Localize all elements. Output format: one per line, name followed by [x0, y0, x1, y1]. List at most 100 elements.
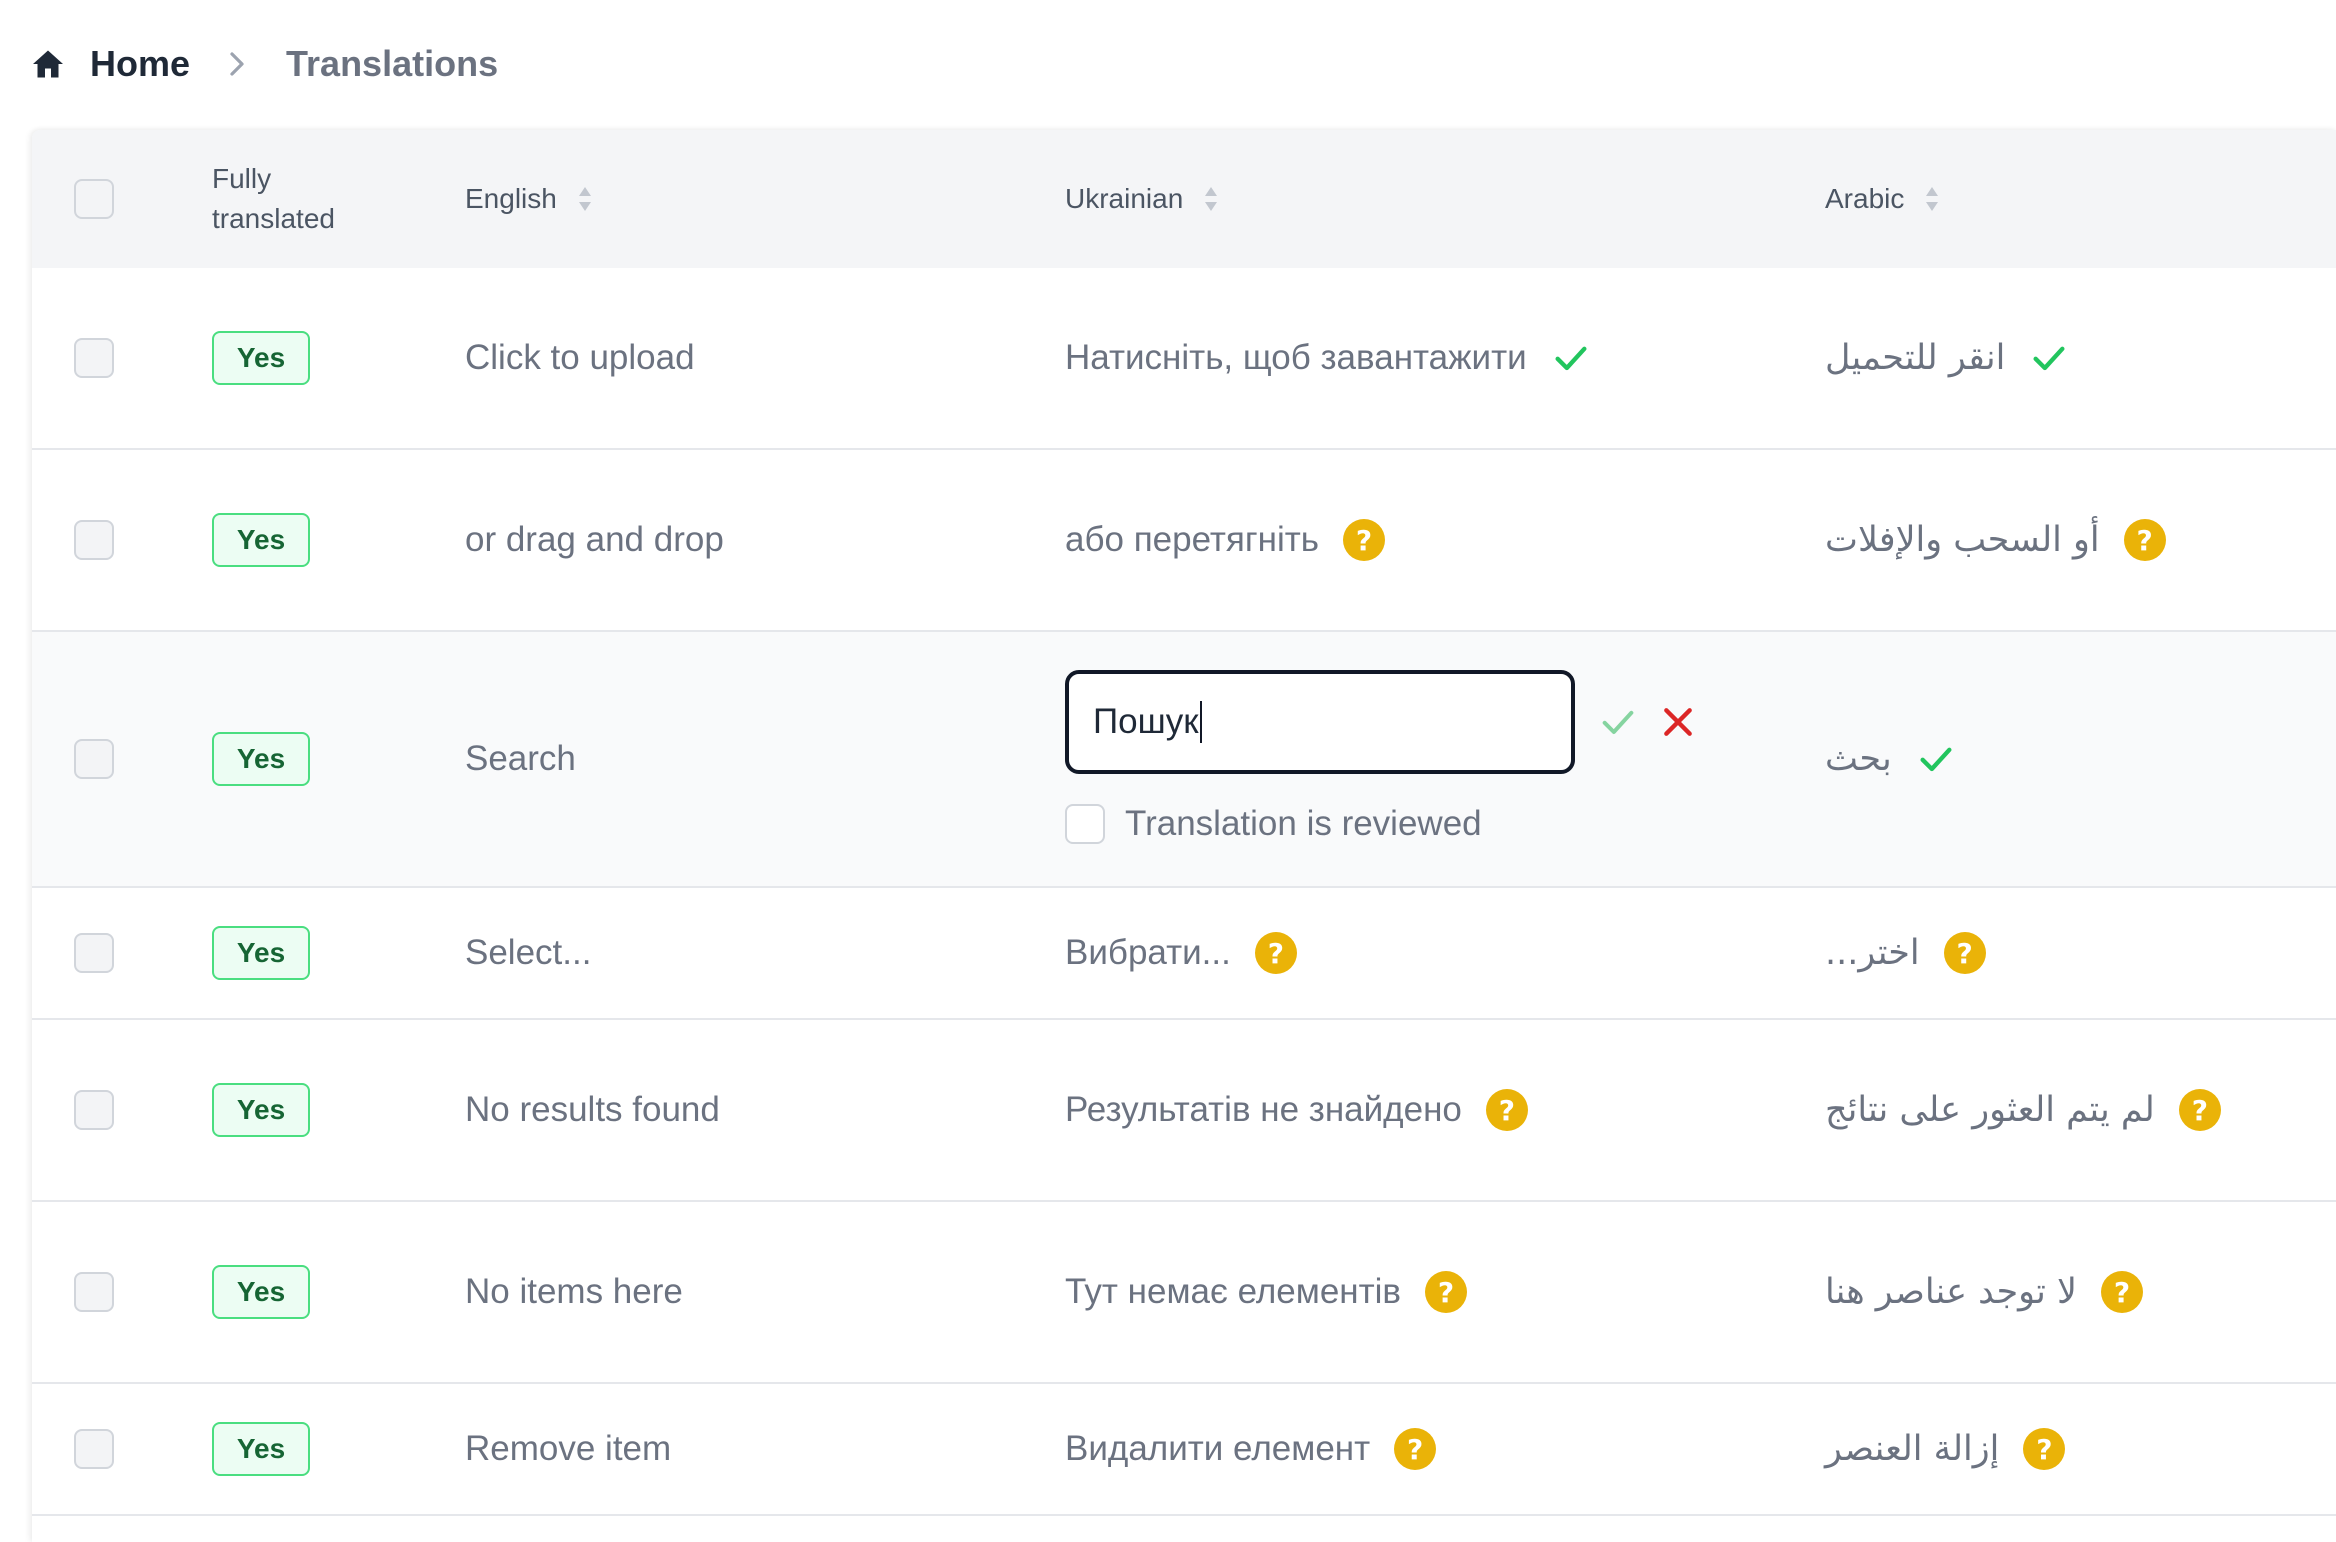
arabic-cell[interactable]: إزالة العنصر ? [1825, 1384, 2066, 1514]
fully-translated-badge: Yes [212, 1083, 310, 1137]
row-checkbox[interactable] [74, 1272, 114, 1312]
translations-table: Fully translated English Ukrainian Arabi… [32, 130, 2336, 1542]
table-row[interactable]: Yes Select... Вибрати... ? اختر... ? [32, 888, 2336, 1020]
check-icon [1551, 338, 1591, 378]
question-circle-icon: ? [2123, 519, 2166, 561]
breadcrumb-current: Translations [286, 43, 499, 84]
ukrainian-text: Тут немає елементів [1065, 1272, 1402, 1311]
row-checkbox[interactable] [74, 933, 114, 973]
table-row[interactable]: Yes No items here Тут немає елементів ? … [32, 1202, 2336, 1384]
fully-translated-badge: Yes [212, 331, 310, 385]
text-caret [1199, 701, 1202, 743]
ukrainian-cell[interactable]: Результатів не знайдено ? [1065, 1020, 1528, 1200]
ukrainian-cell[interactable]: Натисніть, щоб завантажити [1065, 268, 1591, 448]
home-icon[interactable] [30, 46, 66, 82]
table-row[interactable]: Yes Click to upload Натисніть, щоб заван… [32, 268, 2336, 450]
breadcrumb: Home Translations [30, 36, 498, 92]
ukrainian-cell[interactable]: або перетягніть ? [1065, 450, 1386, 630]
english-cell: Click to upload [465, 268, 695, 448]
table-header: Fully translated English Ukrainian Arabi… [32, 130, 2336, 268]
column-ukrainian-label: Ukrainian [1065, 183, 1184, 214]
english-cell: or drag and drop [465, 450, 724, 630]
question-circle-icon: ? [1254, 932, 1297, 974]
check-icon [1602, 710, 1634, 734]
row-checkbox[interactable] [74, 520, 114, 560]
save-edit-button[interactable] [1598, 702, 1638, 742]
column-english-label: English [465, 183, 557, 214]
translation-reviewed-label[interactable]: Translation is reviewed [1125, 804, 1482, 844]
question-circle-icon: ? [1943, 932, 1986, 974]
ukrainian-text: Видалити елемент [1065, 1429, 1371, 1468]
column-fully-translated-line2: translated [212, 203, 335, 234]
question-circle-icon: ? [2023, 1428, 2066, 1470]
ukrainian-cell[interactable]: Вибрати... ? [1065, 888, 1297, 1018]
english-cell: No items here [465, 1202, 683, 1382]
translation-reviewed-option[interactable]: Translation is reviewed [1065, 800, 1482, 848]
english-text: or drag and drop [465, 520, 724, 559]
cancel-edit-button[interactable] [1658, 702, 1698, 742]
arabic-cell[interactable]: لا توجد عناصر هنا ? [1825, 1202, 2143, 1382]
arabic-text: اختر... [1825, 933, 1920, 973]
arabic-text: إزالة العنصر [1825, 1429, 2000, 1469]
fully-translated-badge: Yes [212, 513, 310, 567]
translation-edit-input[interactable]: Пошук [1065, 670, 1575, 774]
english-text: No items here [465, 1272, 683, 1311]
column-fully-translated: Fully translated [212, 130, 335, 268]
row-checkbox[interactable] [74, 1090, 114, 1130]
ukrainian-cell[interactable]: Тут немає елементів ? [1065, 1202, 1468, 1382]
arabic-text: لم يتم العثور على نتائج [1825, 1090, 2155, 1130]
column-arabic[interactable]: Arabic [1825, 130, 1940, 268]
table-row[interactable]: Yes Remove item Видалити елемент ? إزالة… [32, 1384, 2336, 1516]
question-circle-icon: ? [2101, 1271, 2143, 1313]
ukrainian-text: Натисніть, щоб завантажити [1065, 338, 1527, 377]
table-row[interactable]: Yes Search Пошук Translation is reviewed… [32, 632, 2336, 888]
arabic-cell[interactable]: بحث [1825, 632, 1956, 886]
question-circle-icon: ? [1485, 1089, 1528, 1131]
arabic-text: انقر للتحميل [1825, 338, 2006, 378]
arabic-cell[interactable]: اختر... ? [1825, 888, 1986, 1018]
sort-icon[interactable] [1203, 186, 1219, 212]
arabic-cell[interactable]: لم يتم العثور على نتائج ? [1825, 1020, 2221, 1200]
check-icon [2029, 338, 2069, 378]
translation-reviewed-checkbox[interactable] [1065, 804, 1105, 844]
row-checkbox[interactable] [74, 1429, 114, 1469]
ukrainian-text: Вибрати... [1065, 933, 1231, 972]
column-english[interactable]: English [465, 130, 593, 268]
arabic-text: لا توجد عناصر هنا [1825, 1272, 2077, 1312]
question-circle-icon: ? [1394, 1428, 1437, 1470]
arabic-text: بحث [1825, 739, 1892, 779]
english-text: Click to upload [465, 338, 695, 377]
question-circle-icon: ? [2178, 1089, 2221, 1131]
english-cell: Select... [465, 888, 591, 1018]
fully-translated-badge: Yes [212, 732, 310, 786]
row-checkbox[interactable] [74, 338, 114, 378]
table-row[interactable]: Yes No results found Результатів не знай… [32, 1020, 2336, 1202]
chevron-right-icon [222, 49, 252, 79]
column-arabic-label: Arabic [1825, 183, 1905, 214]
english-text: Select... [465, 933, 592, 972]
column-ukrainian[interactable]: Ukrainian [1065, 130, 1219, 268]
english-text: Search [465, 739, 576, 778]
question-circle-icon: ? [1425, 1271, 1468, 1313]
arabic-cell[interactable]: أو السحب والإفلات ? [1825, 450, 2166, 630]
arabic-cell[interactable]: انقر للتحميل [1825, 268, 2069, 448]
arabic-text: أو السحب والإفلات [1825, 520, 2100, 560]
ukrainian-text: Результатів не знайдено [1065, 1090, 1462, 1129]
fully-translated-badge: Yes [212, 926, 310, 980]
ukrainian-text: або перетягніть [1065, 520, 1320, 559]
fully-translated-badge: Yes [212, 1422, 310, 1476]
row-checkbox[interactable] [74, 739, 114, 779]
english-text: No results found [465, 1090, 720, 1129]
check-icon [1916, 739, 1956, 779]
breadcrumb-home-link[interactable]: Home [90, 43, 190, 85]
table-row[interactable]: Yes or drag and drop або перетягніть ? أ… [32, 450, 2336, 632]
select-all-checkbox[interactable] [74, 179, 114, 219]
fully-translated-badge: Yes [212, 1265, 310, 1319]
english-cell: No results found [465, 1020, 720, 1200]
close-icon [1664, 708, 1692, 736]
sort-icon[interactable] [1924, 186, 1940, 212]
column-fully-translated-line1: Fully [212, 163, 272, 194]
english-text: Remove item [465, 1429, 672, 1468]
ukrainian-cell[interactable]: Видалити елемент ? [1065, 1384, 1437, 1514]
sort-icon[interactable] [577, 186, 593, 212]
